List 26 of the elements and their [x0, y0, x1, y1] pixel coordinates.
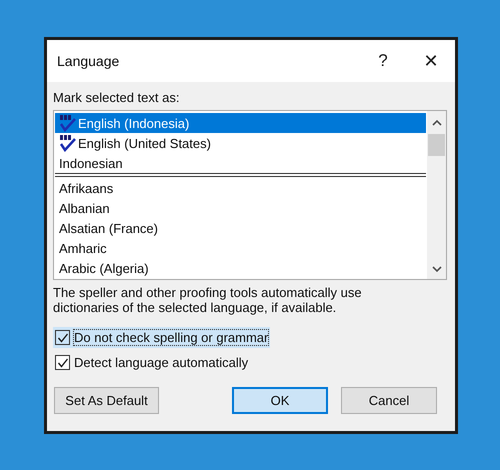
help-button[interactable]: ?: [359, 41, 407, 81]
spelling-check-icon: [59, 114, 77, 132]
list-label: Mark selected text as:: [53, 90, 180, 105]
scroll-down-icon[interactable]: [432, 265, 442, 273]
language-item[interactable]: English (Indonesia): [55, 113, 426, 133]
language-item[interactable]: Amharic: [55, 238, 426, 258]
checkbox-option[interactable]: Detect language automatically: [53, 352, 250, 373]
spelling-check-icon: [59, 134, 77, 152]
language-item[interactable]: Arabic (Algeria): [55, 258, 426, 278]
close-button[interactable]: ✕: [407, 41, 455, 81]
dialog-button[interactable]: Cancel: [341, 387, 437, 414]
checkbox[interactable]: [55, 330, 70, 345]
dialog-button[interactable]: OK: [232, 387, 328, 414]
language-item[interactable]: Afrikaans: [55, 178, 426, 198]
scroll-up-icon[interactable]: [432, 119, 442, 127]
checkbox-option[interactable]: Do not check spelling or grammar: [53, 327, 270, 348]
language-list[interactable]: English (Indonesia) English (United States) Indonesian Afrikaans Albanian Alsatian (France) Amharic Arabic (Algeria): [53, 110, 447, 280]
language-item[interactable]: Indonesian: [55, 153, 426, 173]
language-item[interactable]: English (United States): [55, 133, 426, 153]
description-text: The speller and other proofing tools automatically use dictionaries of the selected language, if available.: [53, 285, 363, 315]
language-item[interactable]: Albanian: [55, 198, 426, 218]
checkbox[interactable]: [55, 355, 70, 370]
window-title: Language: [57, 53, 120, 69]
dialog-button[interactable]: Set As Default: [54, 387, 159, 414]
language-item[interactable]: Alsatian (France): [55, 218, 426, 238]
scroll-thumb[interactable]: [428, 134, 445, 156]
